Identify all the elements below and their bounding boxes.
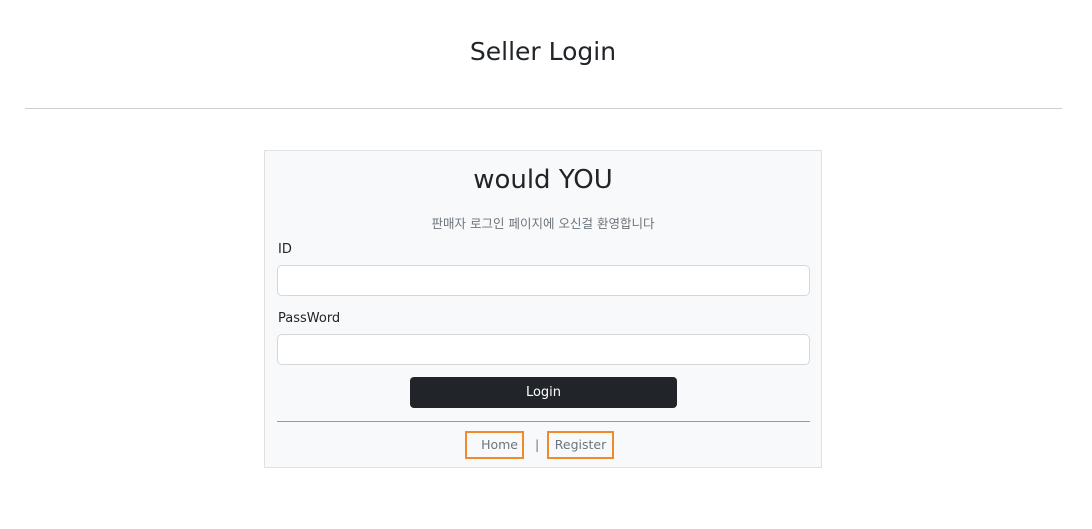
id-label: ID bbox=[278, 242, 292, 257]
password-input[interactable] bbox=[277, 334, 810, 365]
welcome-message: 판매자 로그인 페이지에 오신걸 환영합니다 bbox=[431, 216, 655, 231]
page: Seller Login would YOU 판매자 로그인 페이지에 오신걸 … bbox=[0, 0, 1092, 529]
brand-title: would YOU bbox=[473, 165, 613, 195]
id-input[interactable] bbox=[277, 265, 810, 296]
footer-links: Home | Register bbox=[265, 431, 821, 461]
header-divider bbox=[25, 108, 1062, 109]
link-separator: | bbox=[535, 437, 540, 452]
password-label: PassWord bbox=[278, 311, 341, 326]
register-link[interactable]: Register bbox=[547, 431, 614, 459]
login-button[interactable]: Login bbox=[410, 377, 677, 408]
login-card: would YOU 판매자 로그인 페이지에 오신걸 환영합니다 ID Pass… bbox=[264, 150, 822, 468]
home-link[interactable]: Home bbox=[465, 431, 524, 459]
card-divider bbox=[277, 421, 810, 422]
page-title: Seller Login bbox=[469, 37, 617, 66]
